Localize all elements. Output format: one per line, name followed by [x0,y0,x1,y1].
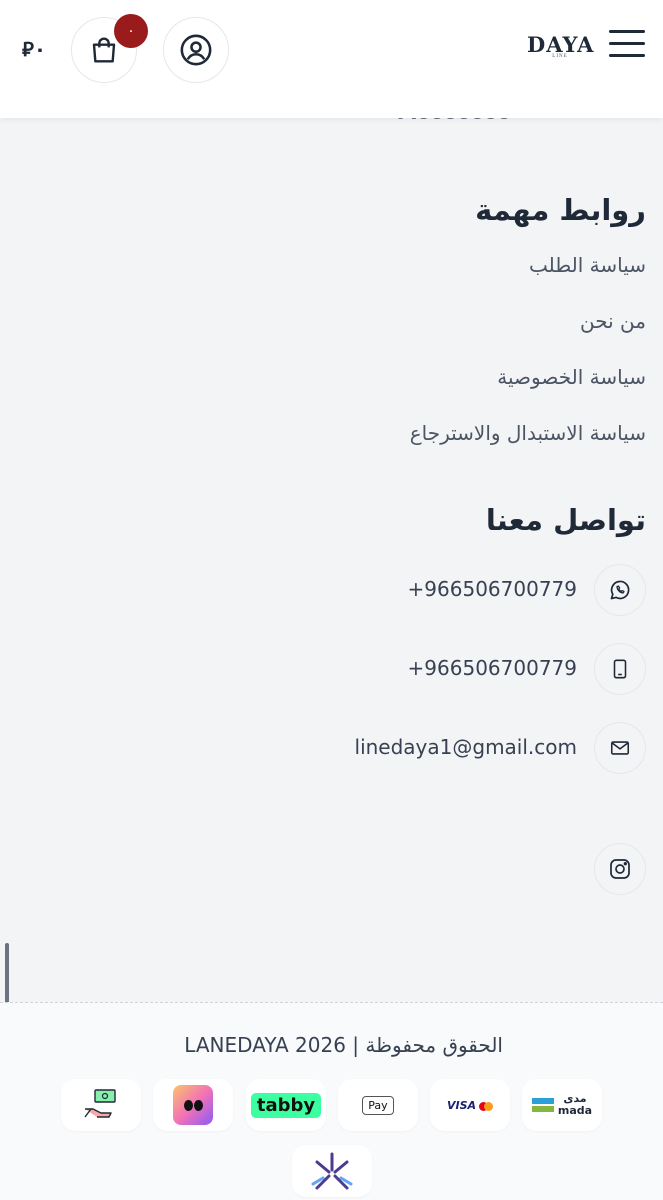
tabby-label: tabby [250,1092,322,1118]
account-button[interactable] [163,17,229,83]
payment-tabby: tabby [246,1079,326,1131]
email-contact[interactable]: linedaya1@gmail.com [246,722,646,774]
email-address: linedaya1@gmail.com [354,735,577,759]
payment-tamara [153,1079,233,1131]
visa-label: VISA [446,1098,477,1112]
phone-number: +966506700779 [407,656,577,680]
whatsapp-number: +966506700779 [407,577,577,601]
link-return-policy[interactable]: سياسة الاستبدال والاسترجاع [410,421,646,445]
link-about-us[interactable]: من نحن [580,309,646,333]
payment-apple-pay: Pay [338,1079,418,1131]
riyal-icon: ⃁ [22,37,34,61]
menu-bar [609,42,645,45]
payment-mada: مدى mada [522,1079,602,1131]
cash-hand-icon [84,1089,116,1118]
cart-total: ⃁٠ [22,36,46,62]
link-privacy-policy[interactable]: سياسة الخصوصية [497,365,646,389]
important-links-title: روابط مهمة [475,193,646,227]
phone-contact[interactable]: +966506700779 [246,643,646,695]
mada-label: mada [557,1104,593,1117]
cart-count-badge: ٠ [114,14,148,48]
mail-icon [610,741,630,755]
contact-title: تواصل معنا [485,503,646,537]
cart-button[interactable]: ٠ [71,14,148,83]
whatsapp-contact[interactable]: +966506700779 [246,564,646,616]
site-logo[interactable]: DAYA LINE [527,32,595,60]
whatsapp-icon-wrap [594,564,646,616]
mobile-phone-icon [613,659,627,679]
copyright-text: الحقوق محفوظة | LANEDAYA 2026 [184,1033,503,1057]
menu-bar [609,30,645,33]
site-footer: الحقوق محفوظة | LANEDAYA 2026 مدى mada V… [0,1002,663,1200]
instagram-icon [610,859,630,879]
star-logo-icon [311,1152,353,1190]
link-order-policy[interactable]: سياسة الطلب [529,253,646,277]
whatsapp-icon [610,580,630,600]
logo-text: DAYA [527,32,595,57]
mastercard-icon [479,1096,494,1115]
apple-pay-label: Pay [368,1098,388,1112]
phone-icon-wrap [594,643,646,695]
instagram-button[interactable] [594,843,646,895]
tamara-logo-icon [173,1085,213,1125]
menu-button[interactable] [609,30,645,62]
payment-cash-on-delivery [61,1079,141,1131]
store-badge [292,1145,372,1197]
cart-total-value: ٠ [33,37,47,61]
email-icon-wrap [594,722,646,774]
payment-visa-mastercard: VISA [430,1079,510,1131]
menu-bar [609,54,645,57]
site-header: DAYA LINE ٠ ⃁٠ [0,0,663,118]
user-icon [180,34,212,66]
